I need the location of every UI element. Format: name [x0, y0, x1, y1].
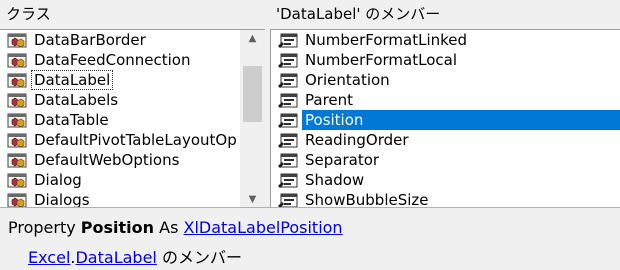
class-list-item-label: DefaultPivotTableLayoutOp — [34, 131, 237, 149]
class-link[interactable]: DataLabel — [75, 248, 156, 267]
class-list-item-label: DataLabels — [34, 91, 119, 109]
member-list-item-label: NumberFormatLinked — [305, 31, 468, 49]
member-list-item-label: Shadow — [305, 171, 365, 189]
member-list-item[interactable]: ReadingOrder — [271, 130, 620, 150]
members-list[interactable]: NumberFormatLinked NumberFormatLocal Orien… — [270, 29, 620, 208]
property-icon — [277, 32, 301, 48]
class-module-icon — [6, 132, 30, 148]
classes-list[interactable]: DataBarBorder DataFeedConnection DataLabel… — [0, 29, 265, 208]
member-list-item[interactable]: Separator — [271, 150, 620, 170]
class-module-icon — [6, 152, 30, 168]
property-icon — [277, 52, 301, 68]
member-list-item[interactable]: ShowBubbleSize — [271, 190, 620, 208]
classes-list-rows: DataBarBorder DataFeedConnection DataLabel… — [0, 30, 240, 208]
member-signature: Property Position As XlDataLabelPosition — [8, 218, 343, 237]
member-list-item-label: ShowBubbleSize — [305, 191, 429, 208]
member-list-item[interactable]: Orientation — [271, 70, 620, 90]
as-keyword: As — [154, 218, 184, 237]
property-icon — [277, 112, 301, 128]
class-list-item[interactable]: DefaultWebOptions — [0, 150, 240, 170]
class-module-icon — [6, 32, 30, 48]
member-kind: Property — [8, 218, 81, 237]
class-module-icon — [6, 112, 30, 128]
class-module-icon — [6, 72, 30, 88]
member-of-line: Excel.DataLabel のメンバー — [28, 244, 242, 268]
property-icon — [277, 72, 301, 88]
class-list-item-label: DataFeedConnection — [34, 51, 191, 69]
member-list-item-label: Position — [302, 110, 620, 130]
property-icon — [277, 92, 301, 108]
class-list-item[interactable]: DataFeedConnection — [0, 50, 240, 70]
class-module-icon — [6, 192, 30, 208]
property-icon — [277, 152, 301, 168]
class-list-item-label: Dialog — [34, 171, 82, 189]
member-list-item[interactable]: Shadow — [271, 170, 620, 190]
property-icon — [277, 192, 301, 208]
class-list-item[interactable]: DefaultPivotTableLayoutOp — [0, 130, 240, 150]
member-list-item[interactable]: Parent — [271, 90, 620, 110]
member-list-item-label: Parent — [305, 91, 354, 109]
class-list-item-label: Dialogs — [34, 191, 90, 208]
library-link[interactable]: Excel — [28, 248, 70, 267]
property-icon — [277, 132, 301, 148]
members-pane-header: 'DataLabel' のメンバー — [270, 0, 620, 29]
members-list-rows: NumberFormatLinked NumberFormatLocal Orien… — [271, 30, 620, 208]
details-pane: Property Position As XlDataLabelPosition… — [0, 207, 620, 270]
class-list-item-label: DataLabel — [31, 70, 114, 90]
class-list-item[interactable]: DataTable — [0, 110, 240, 130]
class-list-item[interactable]: DataLabel — [0, 70, 240, 90]
class-list-item[interactable]: Dialog — [0, 170, 240, 190]
return-type-link[interactable]: XlDataLabelPosition — [184, 218, 343, 237]
scroll-down-arrow-icon[interactable]: ▼ — [240, 191, 265, 208]
classes-pane-header: クラス — [0, 0, 265, 29]
member-list-item-label: Separator — [305, 151, 380, 169]
class-list-item-label: DefaultWebOptions — [34, 151, 180, 169]
class-list-item[interactable]: Dialogs — [0, 190, 240, 208]
class-list-item[interactable]: DataBarBorder — [0, 30, 240, 50]
member-list-item-label: NumberFormatLocal — [305, 51, 457, 69]
class-module-icon — [6, 172, 30, 188]
scrollbar-thumb[interactable] — [243, 66, 262, 122]
class-module-icon — [6, 92, 30, 108]
member-list-item-label: ReadingOrder — [305, 131, 409, 149]
property-icon — [277, 172, 301, 188]
member-list-item[interactable]: NumberFormatLinked — [271, 30, 620, 50]
class-list-item-label: DataTable — [34, 111, 109, 129]
member-of-text: のメンバー — [156, 248, 242, 267]
classes-scrollbar[interactable]: ▲ ▼ — [240, 30, 265, 208]
member-list-item[interactable]: NumberFormatLocal — [271, 50, 620, 70]
scroll-up-arrow-icon[interactable]: ▲ — [240, 30, 265, 47]
class-module-icon — [6, 52, 30, 68]
class-list-item-label: DataBarBorder — [34, 31, 146, 49]
member-name: Position — [80, 218, 155, 237]
class-list-item[interactable]: DataLabels — [0, 90, 240, 110]
member-list-item[interactable]: Position — [271, 110, 620, 130]
member-list-item-label: Orientation — [305, 71, 390, 89]
